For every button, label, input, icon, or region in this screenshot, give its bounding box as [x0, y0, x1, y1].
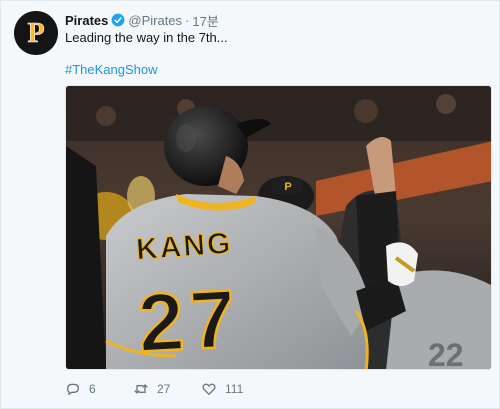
separator-dot: · — [185, 12, 190, 28]
avatar-letter: P — [27, 18, 44, 49]
tweet-card[interactable]: P Pirates @Pirates · 17분 Leading the way… — [0, 0, 500, 409]
retweet-icon — [134, 384, 148, 394]
reply-count: 6 — [89, 382, 96, 396]
avatar[interactable]: P — [14, 11, 58, 55]
hashtag-link[interactable]: #TheKangShow — [65, 61, 158, 78]
author-handle[interactable]: @Pirates — [128, 13, 182, 28]
author-name[interactable]: Pirates — [65, 13, 108, 28]
like-count: 111 — [225, 382, 244, 396]
pirates-logo-icon: P — [14, 11, 58, 55]
timestamp[interactable]: 17분 — [192, 11, 218, 30]
retweet-button[interactable]: 27 — [133, 381, 201, 397]
jersey-name: KANG — [135, 227, 233, 267]
svg-text:P: P — [284, 181, 291, 193]
background-jersey-number: 22 — [428, 337, 464, 370]
reply-button[interactable]: 6 — [65, 381, 133, 397]
verified-badge-icon — [111, 13, 125, 27]
tweet-actions: 6 27 111 — [65, 379, 281, 399]
like-button[interactable]: 111 — [201, 381, 281, 397]
tweet-photo[interactable]: P 22 KANG 27 — [65, 85, 492, 370]
heart-icon — [202, 383, 216, 395]
tweet-header: Pirates @Pirates · 17분 — [65, 11, 219, 29]
tweet-text: Leading the way in the 7th... — [65, 30, 228, 45]
retweet-count: 27 — [157, 382, 171, 396]
reply-icon — [67, 383, 79, 395]
